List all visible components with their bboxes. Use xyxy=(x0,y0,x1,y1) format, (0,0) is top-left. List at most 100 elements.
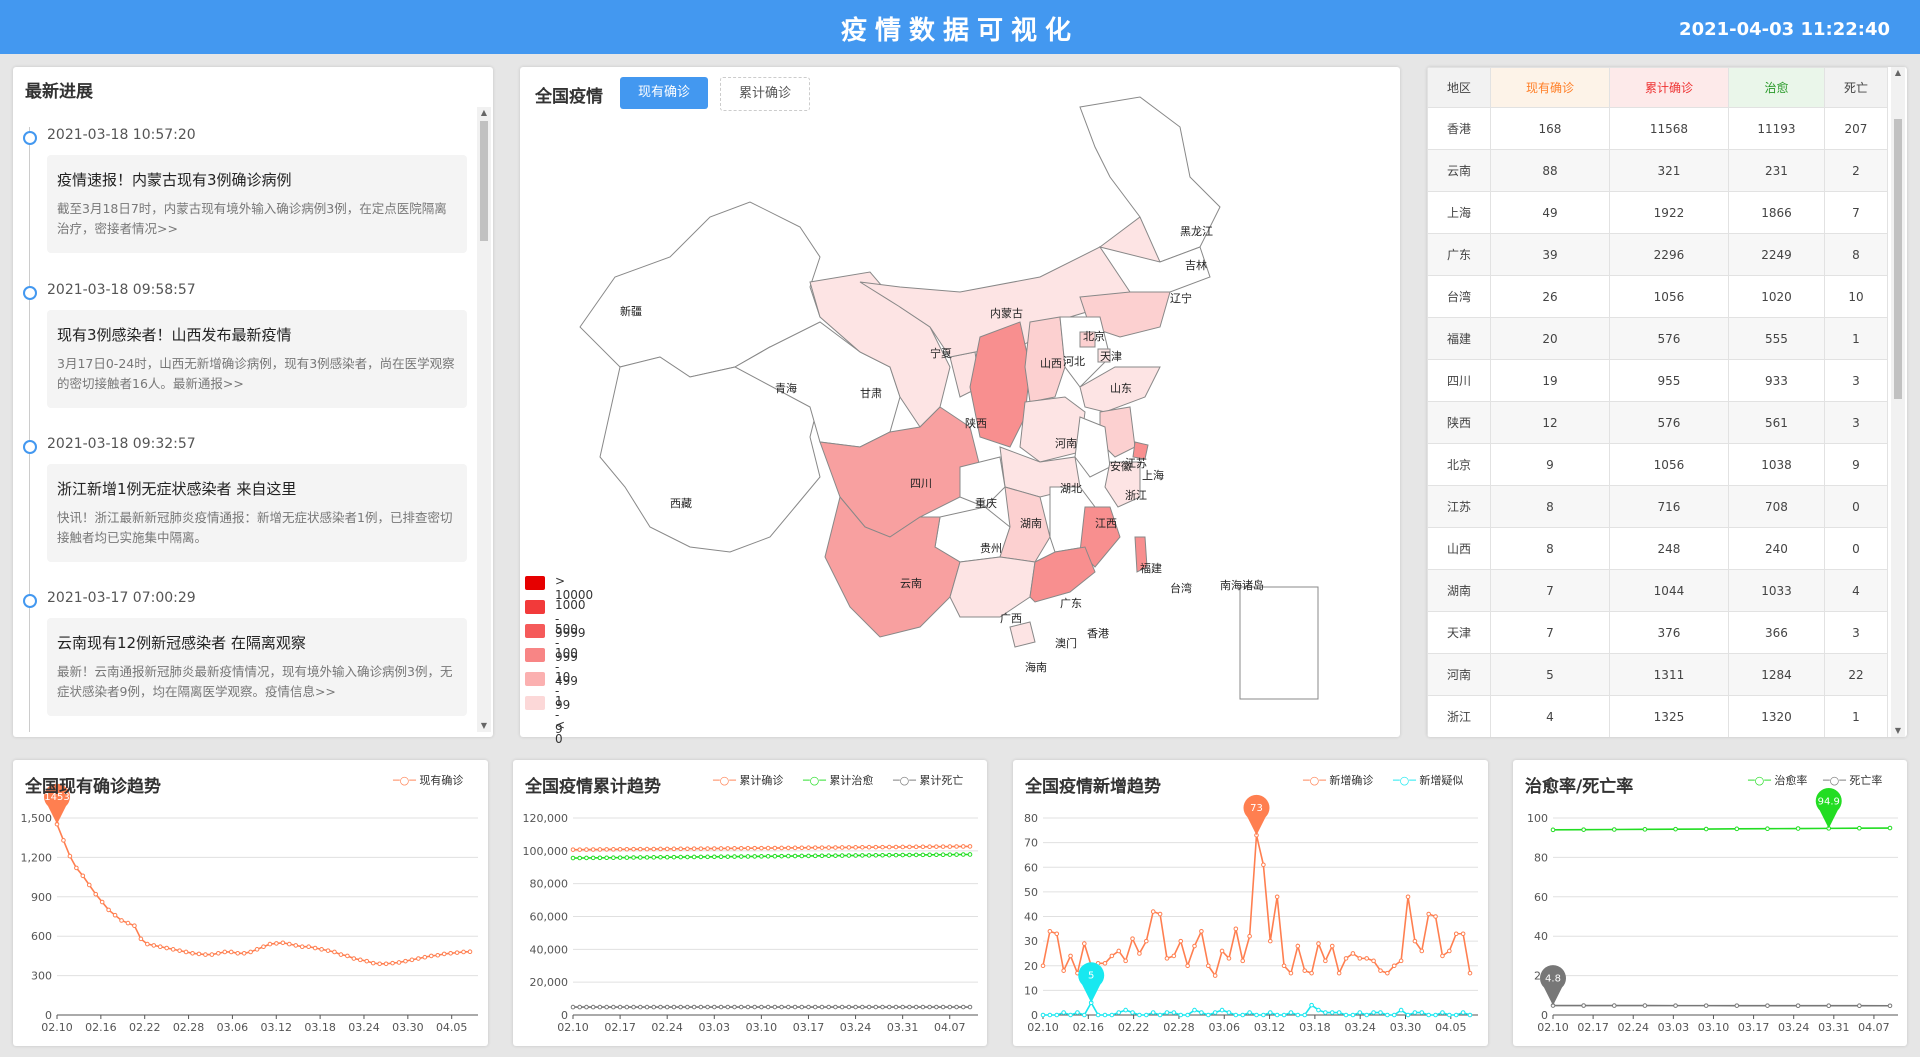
data-point xyxy=(772,853,778,859)
column-header[interactable]: 死亡 xyxy=(1823,67,1889,108)
data-point xyxy=(880,852,885,858)
data-point xyxy=(403,958,408,964)
data-point xyxy=(765,853,771,859)
table-row[interactable]: 天津 7 376 366 3 xyxy=(1427,611,1889,654)
data-point xyxy=(1460,931,1466,937)
data-point xyxy=(658,1004,663,1010)
data-point xyxy=(1426,1012,1431,1018)
news-scrollbar[interactable]: ▲ ▼ xyxy=(477,107,491,732)
legend-label: 累计确诊 xyxy=(739,774,784,787)
chart-new-trend-svg[interactable]: 0102030405060708002.10 02.16 02.22 02.28 03.… xyxy=(1013,760,1488,1046)
table-row[interactable]: 河南 5 1311 1284 22 xyxy=(1427,653,1889,696)
data-point xyxy=(345,953,350,959)
column-header[interactable]: 现有确诊 xyxy=(1490,67,1610,108)
x-tick-label: 03.31 xyxy=(887,1021,919,1034)
data-point xyxy=(624,1004,630,1010)
x-tick-label: 03.31 xyxy=(1818,1021,1850,1034)
data-point xyxy=(1178,1012,1184,1018)
data-point xyxy=(651,1004,657,1010)
news-timeline[interactable]: 2021-03-18 10:57:20 疫情速报！内蒙古现有3例确诊病例 截至3… xyxy=(13,107,477,732)
x-tick-label: 03.24 xyxy=(840,1021,872,1034)
column-header[interactable]: 地区 xyxy=(1427,67,1491,108)
chart-new-trend: 0 10 20 30 40 50 60 70 80 02.10 02.16 02.22 02.28 03.… xyxy=(1013,760,1488,1046)
chart-cumulative-trend-svg[interactable]: 020,00040,00060,00080,000100,000120,0000… xyxy=(513,760,987,1046)
data-point xyxy=(325,948,331,953)
data-point xyxy=(1192,1007,1197,1013)
table-row[interactable]: 四川 19 955 933 3 xyxy=(1427,359,1889,402)
data-point xyxy=(853,853,858,858)
data-point xyxy=(712,1004,717,1010)
table-row[interactable]: 江苏 8 716 708 0 xyxy=(1427,485,1889,528)
news-headline[interactable]: 浙江新增1例无症状感染者 来自这里 xyxy=(57,478,296,499)
china-map[interactable]: 新疆 西藏 青海 甘肃 宁夏 内蒙古 陕西 四川 重庆 云南 贵州 广西 广东 … xyxy=(520,67,1400,737)
legend-item[interactable]: ─○─ 现有确诊 xyxy=(393,772,463,788)
data-point xyxy=(1734,1003,1740,1008)
table-row[interactable]: 广东 39 2296 2249 8 xyxy=(1427,233,1889,276)
y-tick-label: 80 xyxy=(1534,851,1548,864)
data-point xyxy=(1212,973,1218,978)
table-row[interactable]: 福建 20 576 555 1 xyxy=(1427,317,1889,360)
table-row[interactable]: 香港 168 11568 11193 207 xyxy=(1427,107,1889,150)
news-card[interactable]: 现有3例感染者！山西发布最新疫情 3月17日0-24时，山西无新增确诊病例，现有… xyxy=(47,310,467,408)
y-tick-label: 40 xyxy=(1534,930,1548,943)
legend-item[interactable]: ─○─ 累计死亡 xyxy=(893,772,963,788)
label-zhejiang: 浙江 xyxy=(1125,489,1147,502)
news-card[interactable]: 浙江新增1例无症状感染者 来自这里 快讯！浙江最新新冠肺炎疫情通报：新增无症状感… xyxy=(47,464,467,562)
data-point xyxy=(1047,928,1053,934)
table-row[interactable]: 湖南 7 1044 1033 4 xyxy=(1427,569,1889,612)
data-point xyxy=(1385,970,1390,976)
table-cell: 22 xyxy=(1823,653,1889,696)
legend-swatch xyxy=(525,648,545,662)
x-tick-label: 04.05 xyxy=(436,1021,468,1034)
chart-current-trend-svg[interactable]: 03006009001,2001,50002.10 02.16 02.22 02.28… xyxy=(13,760,488,1046)
y-tick-label: 70 xyxy=(1024,837,1038,850)
data-point xyxy=(1426,911,1431,917)
data-point xyxy=(1419,1010,1425,1015)
table-scrollbar[interactable]: ▲ ▼ xyxy=(1891,67,1905,737)
legend-item[interactable]: ─○─ 累计治愈 xyxy=(803,772,873,788)
legend-item[interactable]: ─○─ 新增确诊 xyxy=(1303,772,1373,788)
chart-rate-trend-svg[interactable]: 02040608010002.1002.1702.2403.0303.1003.… xyxy=(1513,760,1907,1046)
x-tick-label: 04.07 xyxy=(934,1021,966,1034)
legend-item[interactable]: ─○─ 累计确诊 xyxy=(713,772,783,788)
legend-item[interactable]: ─○─ 死亡率 xyxy=(1823,772,1882,788)
data-point xyxy=(947,1004,953,1010)
column-header[interactable]: 累计确诊 xyxy=(1608,67,1729,108)
news-headline[interactable]: 现有3例感染者！山西发布最新疫情 xyxy=(57,324,292,345)
pin-shape xyxy=(1078,962,1105,1003)
x-tick-label: 02.28 xyxy=(1163,1021,1195,1034)
news-card[interactable]: 云南现有12例新冠感染者 在隔离观察 最新！云南通报新冠肺炎最新疫情情况，现有境… xyxy=(47,618,467,716)
scrollbar-thumb[interactable] xyxy=(480,121,488,241)
data-point xyxy=(779,1004,784,1010)
scroll-up-icon[interactable]: ▲ xyxy=(477,107,491,119)
table-row[interactable]: 山西 8 248 240 0 xyxy=(1427,527,1889,570)
data-point xyxy=(1316,1007,1321,1013)
column-header[interactable]: 治愈 xyxy=(1727,67,1825,108)
news-headline[interactable]: 云南现有12例新冠感染者 在隔离观察 xyxy=(57,632,306,653)
data-point xyxy=(1887,1003,1893,1009)
scroll-down-icon[interactable]: ▼ xyxy=(1891,725,1905,737)
table-row[interactable]: 云南 88 321 231 2 xyxy=(1427,149,1889,192)
news-card[interactable]: 疫情速报！内蒙古现有3例确诊病例 截至3月18日7时，内蒙古现有境外输入确诊病例… xyxy=(47,155,467,253)
scroll-up-icon[interactable]: ▲ xyxy=(1891,67,1905,79)
data-point xyxy=(448,950,453,956)
data-point xyxy=(940,1004,946,1010)
table-row[interactable]: 上海 49 1922 1866 7 xyxy=(1427,191,1889,234)
series-line xyxy=(1042,835,1471,978)
scroll-down-icon[interactable]: ▼ xyxy=(477,720,491,732)
table-row[interactable]: 北京 9 1056 1038 9 xyxy=(1427,443,1889,486)
table-row[interactable]: 台湾 26 1056 1020 10 xyxy=(1427,275,1889,318)
data-point xyxy=(853,845,858,850)
legend-item[interactable]: ─○─ 新增疑似 xyxy=(1393,772,1463,788)
data-point xyxy=(267,941,273,947)
data-point xyxy=(132,923,137,928)
table-row[interactable]: 浙江 4 1325 1320 1 xyxy=(1427,695,1889,737)
x-tick-label: 03.24 xyxy=(1778,1021,1810,1034)
data-point xyxy=(846,845,852,850)
table-cell: 1 xyxy=(1823,317,1889,360)
scrollbar-thumb[interactable] xyxy=(1894,119,1902,399)
legend-item[interactable]: ─○─ 治愈率 xyxy=(1748,772,1807,788)
news-headline[interactable]: 疫情速报！内蒙古现有3例确诊病例 xyxy=(57,169,292,190)
table-row[interactable]: 陕西 12 576 561 3 xyxy=(1427,401,1889,444)
data-point xyxy=(624,846,630,852)
